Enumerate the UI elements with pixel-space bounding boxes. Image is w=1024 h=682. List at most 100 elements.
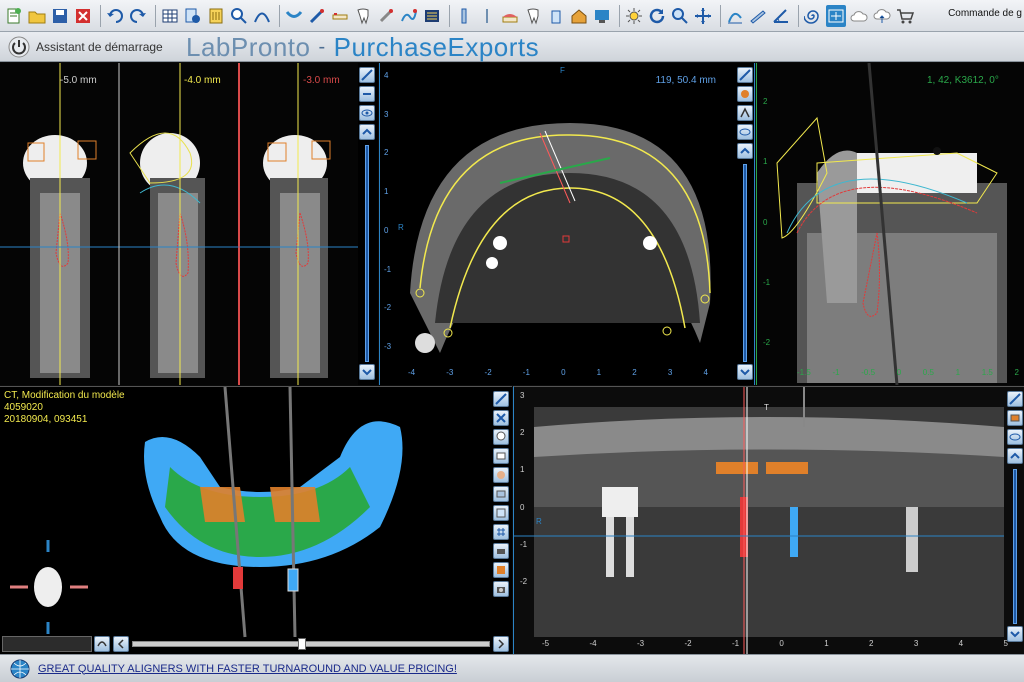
screen-icon[interactable] [826,4,846,27]
home-icon[interactable] [569,5,589,27]
order-button-label[interactable]: Commande de g [948,8,1022,19]
axial-coords: 119, 50.4 mm [655,75,716,86]
eye-icon[interactable] [1007,429,1023,445]
slider-right-icon[interactable] [493,636,509,652]
panoramic-canvas[interactable] [514,387,1024,654]
sagittal-panel: 1, 42, K3612, 0° 2 1 0 -1 -2 -1.5 -1 -0.5 0 0.5 1… [756,63,1024,385]
axis-tick-label: -3 [446,368,454,377]
annotation-icon[interactable] [737,104,753,121]
device-icon[interactable] [592,5,612,27]
axis-tick-label: 2 [869,639,874,648]
tooth-icon[interactable] [353,5,373,27]
ruler-icon[interactable] [748,5,768,27]
model-dropdown[interactable] [2,636,92,652]
orientation-gizmo[interactable] [10,540,88,634]
axis-tick-label: 2 [763,97,768,106]
new-case-icon[interactable] [4,5,24,27]
fit-view-icon[interactable] [1007,391,1023,407]
measure-icon[interactable] [454,5,474,27]
axis-tick-label: 0 [520,502,525,512]
globe-icon [10,659,30,678]
axis-tick-label: -2 [763,338,771,347]
axis-tick-label: 1 [520,465,525,475]
axial-y-axis: 4 3 2 1 0 -1 -2 -3 [384,71,391,351]
camera-icon[interactable] [493,581,509,597]
scroll-up-icon[interactable] [737,142,753,159]
export-icon[interactable] [206,5,226,27]
open-folder-icon[interactable] [27,5,47,27]
refresh-icon[interactable] [647,5,667,27]
scroll-up-icon[interactable] [359,123,375,140]
bone-icon[interactable] [376,5,396,27]
teeth-icon[interactable] [1007,410,1023,426]
bone-density-icon[interactable] [737,85,753,102]
settings-icon[interactable] [422,5,442,27]
zoom-icon[interactable] [229,5,249,27]
pan-icon[interactable] [693,5,713,27]
cross-section-slice-3[interactable] [240,63,358,385]
reset-icon[interactable] [359,85,375,102]
layers-icon[interactable] [493,486,509,502]
undo-icon[interactable] [105,5,125,27]
eye-icon[interactable] [359,104,375,121]
axial-slider-track[interactable] [743,163,747,363]
opacity-slider[interactable] [132,641,490,647]
model-title: CT, Modification du modèle [4,390,125,401]
save-icon[interactable] [50,5,70,27]
fit-view-icon[interactable] [737,67,753,83]
opacity-slider-thumb[interactable] [298,638,306,650]
scroll-up-icon[interactable] [1007,448,1023,464]
import-icon[interactable] [183,5,203,27]
close-icon[interactable] [73,5,93,27]
scroll-down-icon[interactable] [359,364,375,381]
cross-section-slice-1[interactable] [0,63,118,385]
axial-canvas[interactable] [380,63,755,385]
bottle-icon[interactable] [546,5,566,27]
brand-purchase-text: PurchaseExports [333,31,540,62]
assistant-button[interactable]: Assistant de démarrage [8,34,163,60]
layout-grid-icon[interactable] [160,5,180,27]
crown-icon[interactable] [523,5,543,27]
scroll-down-icon[interactable] [1007,626,1023,642]
view-icon[interactable] [493,505,509,521]
face-icon[interactable] [493,467,509,483]
jaw-icon[interactable] [330,5,350,27]
fit-view-icon[interactable] [493,391,509,407]
panoramic-slider-track[interactable] [1013,469,1017,624]
axis-tick-label: -0.5 [861,368,876,377]
brightness-icon[interactable] [624,5,644,27]
sagittal-canvas[interactable] [757,63,1024,385]
probe-icon[interactable] [477,5,497,27]
grid-icon[interactable] [493,524,509,540]
arch-curve-icon[interactable] [284,5,304,27]
scroll-down-icon[interactable] [737,364,753,381]
export-model-icon[interactable] [493,562,509,578]
eye-icon[interactable] [737,123,753,140]
cloud-icon[interactable] [849,5,869,27]
cart-icon[interactable] [895,5,915,27]
cross-sections-canvas[interactable] [0,63,378,385]
slider-left-icon[interactable] [113,636,129,652]
skull-icon[interactable] [493,429,509,445]
histogram-icon[interactable] [725,5,745,27]
slice-slider-track[interactable] [365,144,369,363]
spiral-icon[interactable] [803,5,823,27]
axis-tick-label: -1 [763,277,771,287]
angle-icon[interactable] [771,5,791,27]
implant-icon[interactable] [307,5,327,27]
cross-section-slice-2[interactable] [120,63,240,385]
model-3d-canvas[interactable] [0,387,512,654]
nerve-icon[interactable] [399,5,419,27]
cast-icon[interactable] [500,5,520,27]
promo-link[interactable]: GREAT QUALITY ALIGNERS WITH FASTER TURNA… [38,663,457,675]
axis-tick-label: 0.5 [922,368,934,377]
fit-view-icon[interactable] [359,67,375,83]
rotate-icon[interactable] [94,636,110,652]
cloud-upload-icon[interactable] [872,5,892,27]
cross-icon[interactable] [493,410,509,426]
teeth-icon[interactable] [493,448,509,464]
print-icon[interactable] [493,543,509,559]
redo-icon[interactable] [128,5,148,27]
curve-icon[interactable] [252,5,272,27]
magnify-icon[interactable] [670,5,690,27]
